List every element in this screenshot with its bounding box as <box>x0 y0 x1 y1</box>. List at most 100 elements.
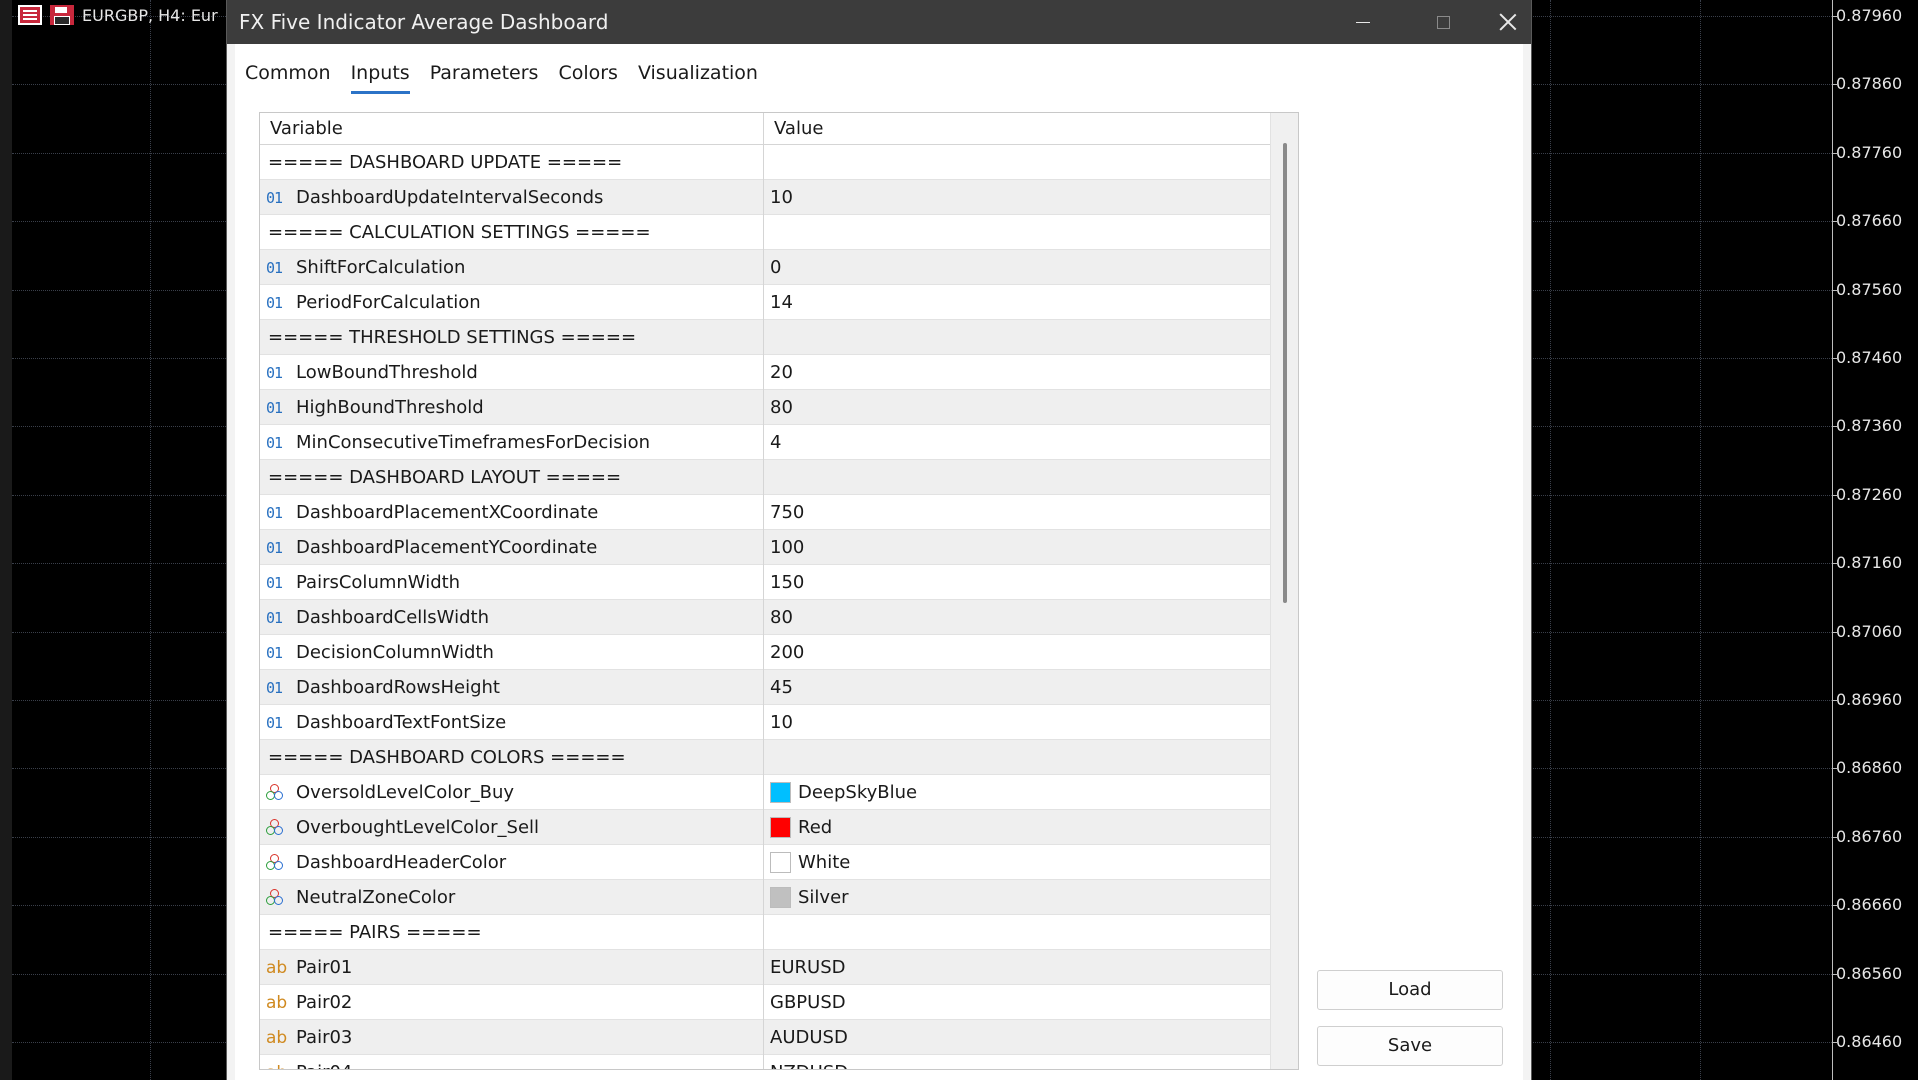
table-section-row[interactable]: ===== DASHBOARD COLORS ===== <box>260 740 1270 775</box>
table-row[interactable]: ab Pair01 EURUSD <box>260 950 1270 985</box>
table-section-row[interactable]: ===== THRESHOLD SETTINGS ===== <box>260 320 1270 355</box>
value-cell[interactable] <box>764 320 1270 355</box>
column-header-variable[interactable]: Variable <box>260 113 764 144</box>
table-row[interactable]: DashboardHeaderColor White <box>260 845 1270 880</box>
variable-cell[interactable]: 01 DashboardUpdateIntervalSeconds <box>260 180 764 215</box>
save-button[interactable]: Save <box>1317 1026 1503 1066</box>
value-cell[interactable] <box>764 215 1270 250</box>
variable-cell[interactable]: NeutralZoneColor <box>260 880 764 915</box>
variable-cell[interactable]: 01 MinConsecutiveTimeframesForDecision <box>260 425 764 460</box>
table-row[interactable]: abPair04NZDUSD <box>260 1055 1270 1070</box>
color-swatch[interactable] <box>770 852 791 873</box>
minimize-button[interactable] <box>1323 0 1403 44</box>
maximize-button[interactable] <box>1403 0 1483 44</box>
variable-cell[interactable]: ===== DASHBOARD COLORS ===== <box>260 740 764 775</box>
variable-cell[interactable]: ab Pair03 <box>260 1020 764 1055</box>
table-row[interactable]: NeutralZoneColor Silver <box>260 880 1270 915</box>
table-row[interactable]: 01 LowBoundThreshold 20 <box>260 355 1270 390</box>
variable-cell[interactable]: 01 HighBoundThreshold <box>260 390 764 425</box>
variable-cell[interactable]: ===== DASHBOARD LAYOUT ===== <box>260 460 764 495</box>
load-button[interactable]: Load <box>1317 970 1503 1010</box>
variable-cell[interactable]: 01 DecisionColumnWidth <box>260 635 764 670</box>
value-cell[interactable] <box>764 145 1270 180</box>
color-swatch[interactable] <box>770 782 791 803</box>
vertical-scrollbar[interactable] <box>1270 113 1298 1069</box>
color-swatch[interactable] <box>770 887 791 908</box>
variable-cell[interactable]: 01 ShiftForCalculation <box>260 250 764 285</box>
variable-cell[interactable]: ab Pair02 <box>260 985 764 1020</box>
table-section-row[interactable]: ===== CALCULATION SETTINGS ===== <box>260 215 1270 250</box>
value-cell[interactable]: AUDUSD <box>764 1020 1270 1055</box>
variable-cell[interactable]: abPair04 <box>260 1055 764 1069</box>
variable-cell[interactable]: 01 PeriodForCalculation <box>260 285 764 320</box>
tab-colors[interactable]: Colors <box>548 58 628 94</box>
value-cell[interactable]: 80 <box>764 390 1270 425</box>
table-row[interactable]: 01 DashboardPlacementYCoordinate 100 <box>260 530 1270 565</box>
variable-cell[interactable]: OverboughtLevelColor_Sell <box>260 810 764 845</box>
price-axis[interactable] <box>1832 0 1918 1080</box>
table-row[interactable]: 01 DashboardRowsHeight 45 <box>260 670 1270 705</box>
scrollbar-thumb[interactable] <box>1283 143 1287 603</box>
variable-cell[interactable]: 01 LowBoundThreshold <box>260 355 764 390</box>
value-cell[interactable]: DeepSkyBlue <box>764 775 1270 810</box>
table-section-row[interactable]: ===== DASHBOARD LAYOUT ===== <box>260 460 1270 495</box>
table-row[interactable]: 01 PeriodForCalculation 14 <box>260 285 1270 320</box>
value-cell[interactable]: Red <box>764 810 1270 845</box>
table-row[interactable]: 01 DecisionColumnWidth 200 <box>260 635 1270 670</box>
table-row[interactable]: ab Pair02 GBPUSD <box>260 985 1270 1020</box>
table-section-row[interactable]: ===== PAIRS ===== <box>260 915 1270 950</box>
table-row[interactable]: 01 HighBoundThreshold 80 <box>260 390 1270 425</box>
variable-cell[interactable]: ===== THRESHOLD SETTINGS ===== <box>260 320 764 355</box>
table-row[interactable]: OverboughtLevelColor_Sell Red <box>260 810 1270 845</box>
table-row[interactable]: OversoldLevelColor_Buy DeepSkyBlue <box>260 775 1270 810</box>
tab-common[interactable]: Common <box>235 58 341 94</box>
column-header-value[interactable]: Value <box>764 113 1270 144</box>
variable-cell[interactable]: 01 DashboardTextFontSize <box>260 705 764 740</box>
value-cell[interactable]: 45 <box>764 670 1270 705</box>
tab-inputs[interactable]: Inputs <box>341 58 420 94</box>
variable-cell[interactable]: ab Pair01 <box>260 950 764 985</box>
variable-cell[interactable]: ===== CALCULATION SETTINGS ===== <box>260 215 764 250</box>
value-cell[interactable]: 150 <box>764 565 1270 600</box>
table-row[interactable]: ab Pair03 AUDUSD <box>260 1020 1270 1055</box>
variable-cell[interactable]: 01 DashboardPlacementXCoordinate <box>260 495 764 530</box>
save-template-icon[interactable] <box>50 5 74 25</box>
tab-parameters[interactable]: Parameters <box>420 58 549 94</box>
value-cell[interactable]: 200 <box>764 635 1270 670</box>
table-row[interactable]: 01 DashboardTextFontSize 10 <box>260 705 1270 740</box>
value-cell[interactable] <box>764 460 1270 495</box>
table-row[interactable]: 01 ShiftForCalculation 0 <box>260 250 1270 285</box>
table-row[interactable]: 01 DashboardCellsWidth 80 <box>260 600 1270 635</box>
value-cell[interactable]: 80 <box>764 600 1270 635</box>
variable-cell[interactable]: 01 DashboardRowsHeight <box>260 670 764 705</box>
variable-cell[interactable]: OversoldLevelColor_Buy <box>260 775 764 810</box>
value-cell[interactable] <box>764 740 1270 775</box>
tab-visualization[interactable]: Visualization <box>628 58 768 94</box>
variable-cell[interactable]: ===== DASHBOARD UPDATE ===== <box>260 145 764 180</box>
value-cell[interactable]: GBPUSD <box>764 985 1270 1020</box>
value-cell[interactable]: 4 <box>764 425 1270 460</box>
value-cell[interactable]: 20 <box>764 355 1270 390</box>
dialog-titlebar[interactable]: FX Five Indicator Average Dashboard <box>227 0 1531 44</box>
variable-cell[interactable]: ===== PAIRS ===== <box>260 915 764 950</box>
value-cell[interactable]: 10 <box>764 705 1270 740</box>
close-button[interactable] <box>1483 0 1533 44</box>
value-cell[interactable]: NZDUSD <box>764 1055 1270 1070</box>
value-cell[interactable]: EURUSD <box>764 950 1270 985</box>
variable-cell[interactable]: 01 DashboardPlacementYCoordinate <box>260 530 764 565</box>
value-cell[interactable] <box>764 915 1270 950</box>
value-cell[interactable]: White <box>764 845 1270 880</box>
table-row[interactable]: 01 PairsColumnWidth 150 <box>260 565 1270 600</box>
variable-cell[interactable]: 01 DashboardCellsWidth <box>260 600 764 635</box>
variable-cell[interactable]: DashboardHeaderColor <box>260 845 764 880</box>
value-cell[interactable]: 14 <box>764 285 1270 320</box>
table-section-row[interactable]: ===== DASHBOARD UPDATE ===== <box>260 145 1270 180</box>
value-cell[interactable]: 0 <box>764 250 1270 285</box>
table-row[interactable]: 01 MinConsecutiveTimeframesForDecision 4 <box>260 425 1270 460</box>
value-cell[interactable]: 100 <box>764 530 1270 565</box>
table-row[interactable]: 01 DashboardUpdateIntervalSeconds 10 <box>260 180 1270 215</box>
variable-cell[interactable]: 01 PairsColumnWidth <box>260 565 764 600</box>
chart-menu-icon[interactable] <box>18 5 42 25</box>
value-cell[interactable]: 750 <box>764 495 1270 530</box>
color-swatch[interactable] <box>770 817 791 838</box>
